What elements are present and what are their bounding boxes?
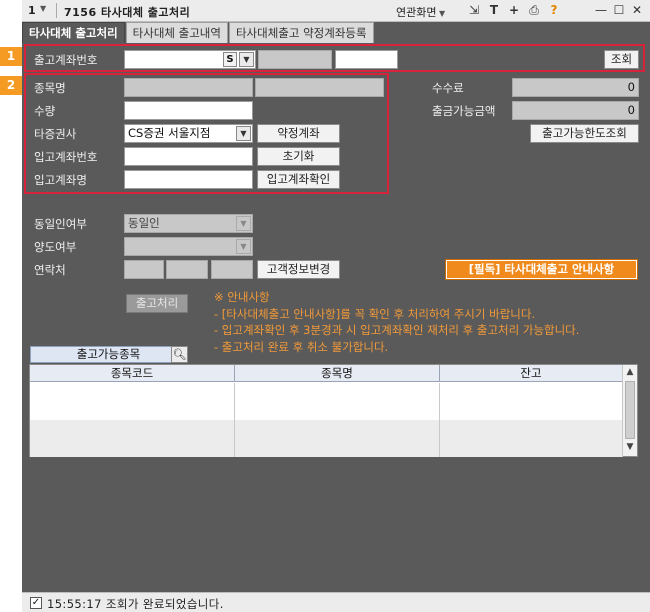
grid-header: 종목코드 종목명 잔고 [30, 365, 623, 382]
deposit-account-label: 입고계좌번호 [34, 150, 98, 164]
transfer-type-label: 양도여부 [34, 240, 77, 254]
same-person-select: 동일인 ▼ [124, 214, 253, 233]
chevron-down-icon: ▼ [236, 239, 251, 254]
section-number-1: 1 [0, 47, 22, 66]
quantity-label: 수량 [34, 104, 56, 118]
print-icon[interactable]: ⎙ [526, 2, 542, 19]
title-bar: 1 ▼ 7156 타사대체 출고처리 연관화면 ▼ ⇲ T + ⎙ ? — ☐ … [22, 0, 650, 22]
other-broker-label: 타증권사 [34, 127, 77, 141]
tab-bar: 타사대체 출고처리 타사대체 출고내역 타사대체출고 약정계좌등록 [22, 22, 375, 43]
window-number[interactable]: 1 [28, 4, 36, 17]
table-row[interactable] [30, 383, 623, 420]
plus-icon[interactable]: + [506, 2, 522, 19]
window-controls: — ☐ ✕ [594, 2, 644, 19]
same-person-value: 동일인 [128, 216, 160, 230]
cell-balance [440, 420, 623, 457]
stock-grid: 종목코드 종목명 잔고 ▲ ▼ [29, 364, 638, 457]
section-number-2: 2 [0, 76, 22, 95]
cell-code [30, 420, 235, 457]
available-stock-search[interactable]: 출고가능종목 [30, 346, 187, 363]
status-message: 15:55:17 조회가 완료되었습니다. [47, 597, 224, 611]
window-title: 7156 타사대체 출고처리 [64, 6, 191, 19]
close-icon[interactable]: ✕ [630, 2, 644, 19]
guide-button[interactable]: [필독] 타사대체출고 안내사항 [445, 259, 638, 280]
account-holder-field [258, 50, 332, 69]
grid-scrollbar[interactable]: ▲ ▼ [622, 365, 637, 456]
chevron-down-icon[interactable]: ▼ [236, 126, 251, 141]
account-suffix[interactable]: S [223, 52, 237, 67]
link-icon[interactable]: ⇲ [466, 2, 482, 19]
cell-name [235, 420, 440, 457]
account-password-field[interactable] [335, 50, 398, 69]
column-header-code[interactable]: 종목코드 [30, 365, 235, 382]
account-label: 출고계좌번호 [34, 53, 98, 67]
text-icon[interactable]: T [486, 2, 502, 19]
status-checkbox[interactable]: ✓ [30, 597, 42, 609]
tab-transfer-history[interactable]: 타사대체 출고내역 [125, 22, 228, 43]
available-amount-label: 출금가능금액 [432, 104, 496, 118]
notice-line: - 출고처리 완료 후 취소 불가합니다. [214, 339, 389, 354]
column-header-name[interactable]: 종목명 [235, 365, 440, 382]
contact-part-1 [124, 260, 164, 279]
deposit-name-input[interactable] [124, 170, 253, 189]
notice-line: ※ 안내사항 [214, 290, 270, 304]
notice-block: ※ 안내사항 - [타사대체출고 안내사항]를 꼭 확인 후 처리하여 주시기 … [214, 289, 579, 355]
status-bar: ✓ 15:55:17 조회가 완료되었습니다. [22, 592, 650, 612]
minimize-icon[interactable]: — [594, 2, 608, 19]
limit-query-button[interactable]: 출고가능한도조회 [530, 124, 639, 143]
notice-line: - [타사대체출고 안내사항]를 꼭 확인 후 처리하여 주시기 바랍니다. [214, 306, 536, 321]
cell-code [30, 383, 235, 420]
account-input[interactable]: S ▼ [124, 50, 256, 69]
deposit-account-input[interactable] [124, 147, 253, 166]
scroll-down-icon[interactable]: ▼ [625, 442, 635, 454]
transfer-type-select: ▼ [124, 237, 253, 256]
table-row[interactable] [30, 420, 623, 457]
chevron-down-icon: ▼ [236, 216, 251, 231]
process-button[interactable]: 출고처리 [126, 294, 188, 313]
cell-balance [440, 383, 623, 420]
reset-button[interactable]: 초기화 [257, 147, 340, 166]
item-name-field [255, 78, 384, 97]
other-broker-select[interactable]: CS증권 서울지점 ▼ [124, 124, 253, 143]
other-broker-value: CS증권 서울지점 [128, 126, 211, 140]
notice-line: - 입고계좌확인 후 3분경과 시 입고계좌확인 재처리 후 출고처리 가능합니… [214, 323, 580, 337]
same-person-label: 동일인여부 [34, 217, 87, 231]
quantity-input[interactable] [124, 101, 253, 120]
scroll-thumb[interactable] [625, 381, 635, 439]
chevron-down-icon[interactable]: ▼ [40, 4, 46, 13]
tab-transfer-process[interactable]: 타사대체 출고처리 [22, 22, 125, 43]
toolbar-icons: ⇲ T + ⎙ ? [466, 2, 562, 19]
chevron-down-icon[interactable]: ▼ [239, 52, 254, 67]
search-icon[interactable]: 🔍︎ [171, 346, 188, 363]
customer-info-change-button[interactable]: 고객정보변경 [257, 260, 340, 279]
tab-contract-account-register[interactable]: 타사대체출고 약정계좌등록 [228, 22, 374, 43]
item-name-label: 종목명 [34, 81, 66, 95]
divider [56, 3, 57, 18]
chevron-down-icon: ▼ [436, 9, 446, 18]
contact-label: 연락처 [34, 263, 66, 277]
maximize-icon[interactable]: ☐ [612, 2, 626, 19]
contact-part-3 [211, 260, 253, 279]
confirm-deposit-account-button[interactable]: 입고계좌확인 [257, 170, 340, 189]
scroll-up-icon[interactable]: ▲ [625, 367, 635, 379]
contract-account-button[interactable]: 약정계좌 [257, 124, 340, 143]
cell-name [235, 383, 440, 420]
app-window: 1 ▼ 7156 타사대체 출고처리 연관화면 ▼ ⇲ T + ⎙ ? — ☐ … [22, 0, 650, 612]
contact-part-2 [166, 260, 208, 279]
available-amount-value: 0 [512, 101, 639, 120]
column-header-balance[interactable]: 잔고 [440, 365, 623, 382]
help-icon[interactable]: ? [546, 2, 562, 19]
item-code-field [124, 78, 253, 97]
deposit-name-label: 입고계좌명 [34, 173, 87, 187]
query-button[interactable]: 조회 [604, 50, 639, 69]
fee-label: 수수료 [432, 81, 464, 95]
fee-value: 0 [512, 78, 639, 97]
related-screen-menu[interactable]: 연관화면 ▼ [396, 4, 445, 20]
